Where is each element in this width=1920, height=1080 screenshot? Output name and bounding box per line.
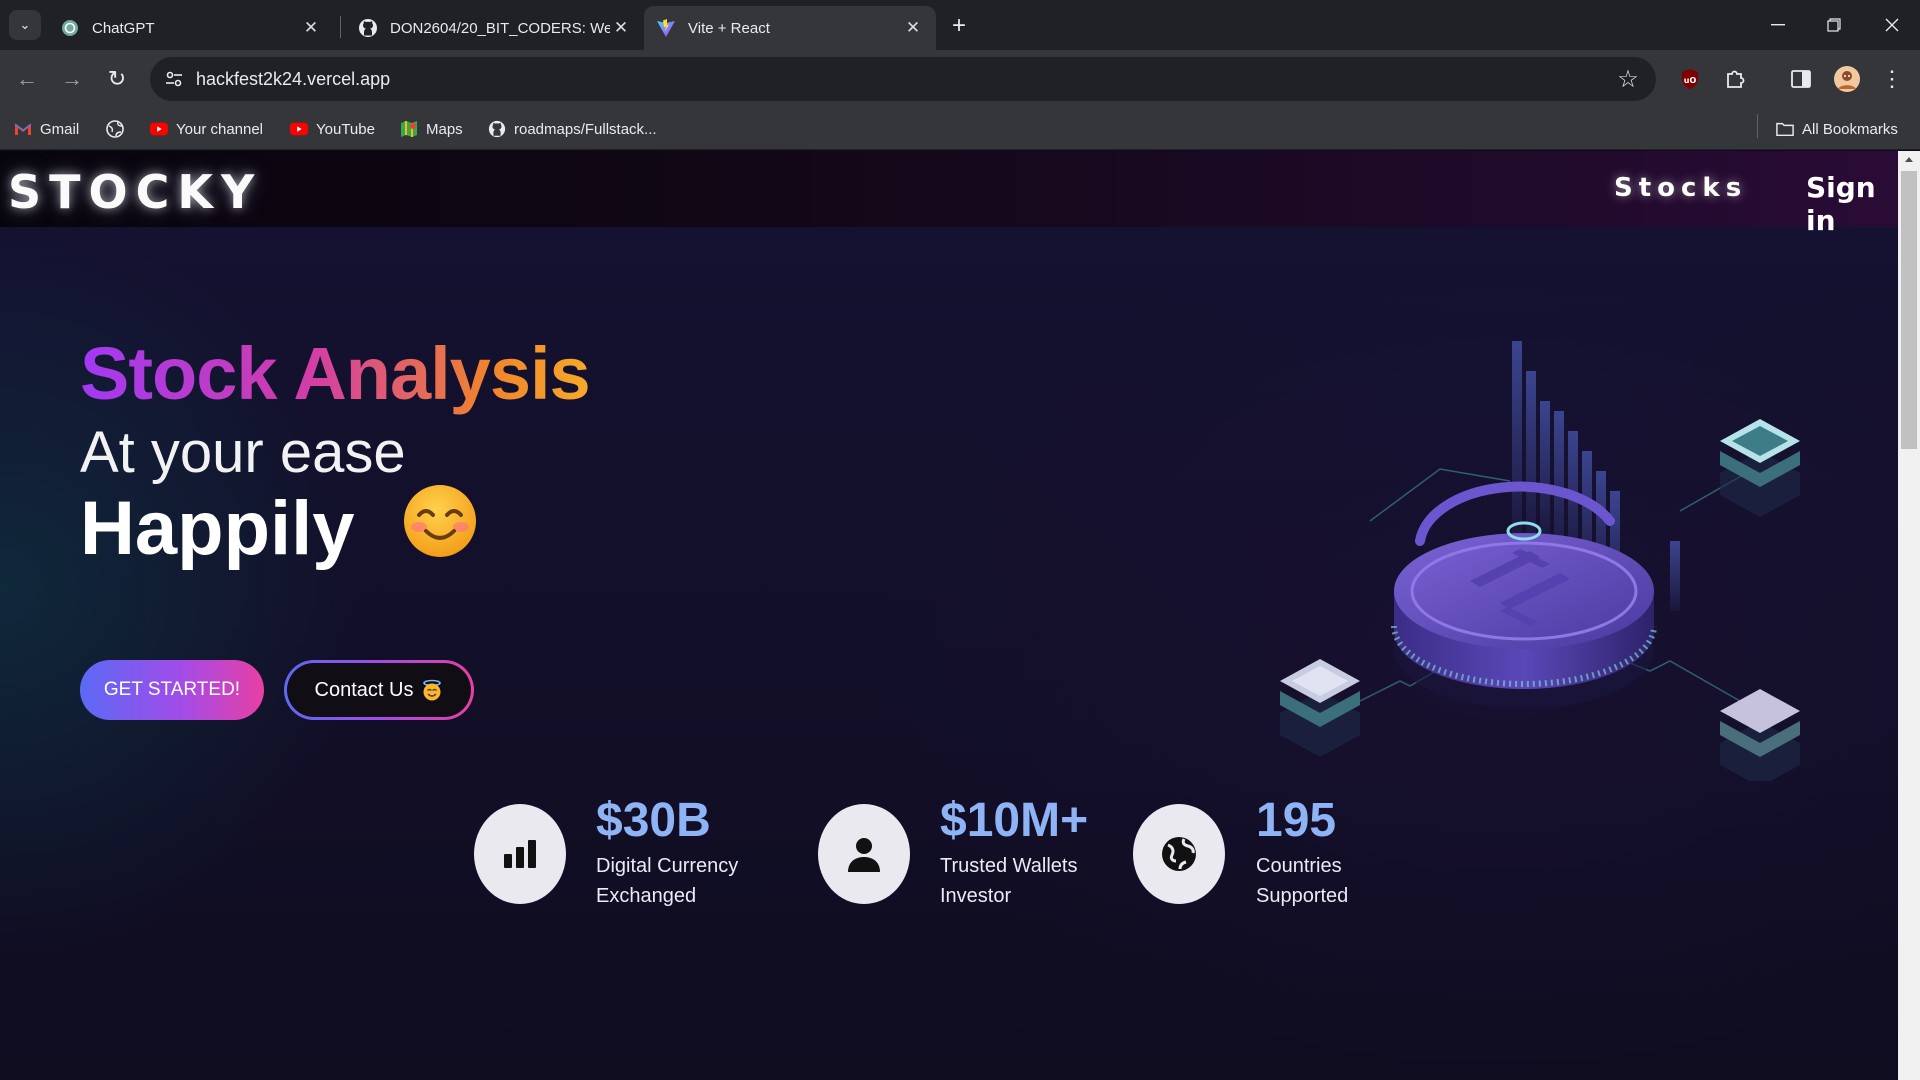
nav-signin-link[interactable]: Sign in (1806, 171, 1898, 237)
back-button[interactable]: ← (10, 62, 44, 96)
scroll-up-icon[interactable] (1905, 157, 1913, 162)
github-icon (358, 18, 378, 38)
page-viewport: STOCKY Stocks Sign in Stock Analysis At … (0, 151, 1898, 1080)
svg-text:uO: uO (1684, 76, 1697, 85)
bookmark-youtube[interactable]: YouTube (290, 118, 375, 140)
reload-button[interactable]: ↻ (100, 62, 134, 96)
bookmark-label: Gmail (40, 120, 80, 138)
contact-us-label: Contact Us (314, 678, 414, 701)
stat-icon-circle (474, 804, 566, 904)
bookmark-star-icon[interactable]: ☆ (1614, 65, 1642, 93)
get-started-button[interactable]: GET STARTED! (80, 660, 264, 720)
stat-label: Exchanged (596, 885, 697, 907)
browser-tabstrip: ⌄ ChatGPT ✕ DON2604/20_BIT_CODERS: We ✕ … (0, 0, 1920, 50)
tab-vite-react[interactable]: Vite + React ✕ (644, 6, 936, 50)
minimize-button[interactable] (1750, 0, 1806, 50)
hero-title: Stock Analysis (80, 332, 591, 415)
vite-icon (656, 18, 676, 38)
tab-github[interactable]: DON2604/20_BIT_CODERS: We ✕ (346, 6, 644, 50)
tab-chatgpt[interactable]: ChatGPT ✕ (48, 6, 334, 50)
browser-toolbar: ← → ↻ hackfest2k24.vercel.app ☆ uO ⋮ (0, 50, 1920, 108)
close-window-button[interactable] (1864, 0, 1920, 50)
stat-icon-circle (818, 804, 910, 904)
bookmark-your-channel[interactable]: Your channel (150, 118, 263, 140)
gmail-icon (14, 120, 32, 138)
bookmarks-divider (1757, 114, 1758, 138)
bar-chart-icon (504, 840, 536, 868)
angel-face-icon (423, 679, 442, 701)
bookmarks-bar: Gmail Your channel YouTube Maps roadmaps… (0, 108, 1920, 150)
address-bar[interactable]: hackfest2k24.vercel.app ☆ (150, 57, 1656, 101)
site-logo[interactable]: STOCKY (8, 165, 262, 219)
restore-button[interactable] (1806, 0, 1862, 50)
stat-label: Countries (1256, 855, 1342, 877)
bookmark-globe[interactable] (106, 118, 132, 140)
smiling-face-icon (404, 485, 476, 557)
bookmark-maps[interactable]: Maps (400, 118, 463, 140)
crypto-coin-illustration (1280, 341, 1800, 781)
youtube-icon (290, 120, 308, 138)
stat-value: $30B (596, 794, 711, 847)
chrome-menu-icon[interactable]: ⋮ (1875, 62, 1909, 96)
stat-label: Supported (1256, 885, 1349, 907)
site-header: STOCKY Stocks Sign in (0, 151, 1898, 237)
page-scrollbar[interactable] (1898, 151, 1920, 1080)
stat-label: Investor (940, 885, 1012, 907)
chatgpt-icon (60, 18, 80, 38)
tab-search-button[interactable]: ⌄ (9, 10, 41, 40)
bookmark-label: Maps (426, 120, 463, 138)
all-bookmarks[interactable]: All Bookmarks (1776, 118, 1898, 140)
maps-icon (400, 120, 418, 138)
globe-icon (106, 120, 124, 138)
stat-icon-circle (1133, 804, 1225, 904)
globe-icon (1162, 837, 1196, 871)
stat-value: $10M+ (940, 794, 1089, 847)
url-text: hackfest2k24.vercel.app (196, 69, 391, 89)
bookmark-roadmaps[interactable]: roadmaps/Fullstack... (488, 118, 657, 140)
close-tab-icon[interactable]: ✕ (902, 17, 924, 39)
tab-title: DON2604/20_BIT_CODERS: We (390, 19, 610, 37)
stat-label: Trusted Wallets (940, 855, 1078, 877)
stat-label: Digital Currency (596, 855, 739, 877)
tab-divider (340, 16, 341, 38)
ublock-icon[interactable]: uO (1673, 62, 1707, 96)
bookmark-label: Your channel (176, 120, 264, 138)
profile-avatar[interactable] (1830, 62, 1864, 96)
extensions-icon[interactable] (1718, 62, 1752, 96)
new-tab-button[interactable]: + (944, 12, 974, 40)
site-info-icon[interactable] (162, 67, 186, 91)
close-tab-icon[interactable]: ✕ (300, 17, 322, 39)
bookmark-label: roadmaps/Fullstack... (514, 120, 657, 138)
hero-subtitle: At your ease (80, 420, 406, 485)
contact-us-button[interactable]: Contact Us (284, 660, 474, 720)
stat-value: 195 (1256, 794, 1337, 847)
bookmark-gmail[interactable]: Gmail (14, 118, 79, 140)
close-tab-icon[interactable]: ✕ (610, 17, 632, 39)
tab-title: ChatGPT (92, 19, 155, 37)
all-bookmarks-label: All Bookmarks (1802, 120, 1898, 138)
forward-button[interactable]: → (55, 62, 89, 96)
nav-stocks-link[interactable]: Stocks (1614, 173, 1747, 203)
folder-icon (1776, 120, 1794, 138)
side-panel-icon[interactable] (1784, 62, 1818, 96)
bookmark-label: YouTube (316, 120, 375, 138)
scrollbar-thumb[interactable] (1901, 171, 1917, 449)
youtube-icon (150, 120, 168, 138)
tab-title: Vite + React (688, 19, 770, 37)
person-icon (848, 838, 880, 872)
github-icon (488, 120, 506, 138)
hero-tagline: Happily (80, 486, 355, 571)
